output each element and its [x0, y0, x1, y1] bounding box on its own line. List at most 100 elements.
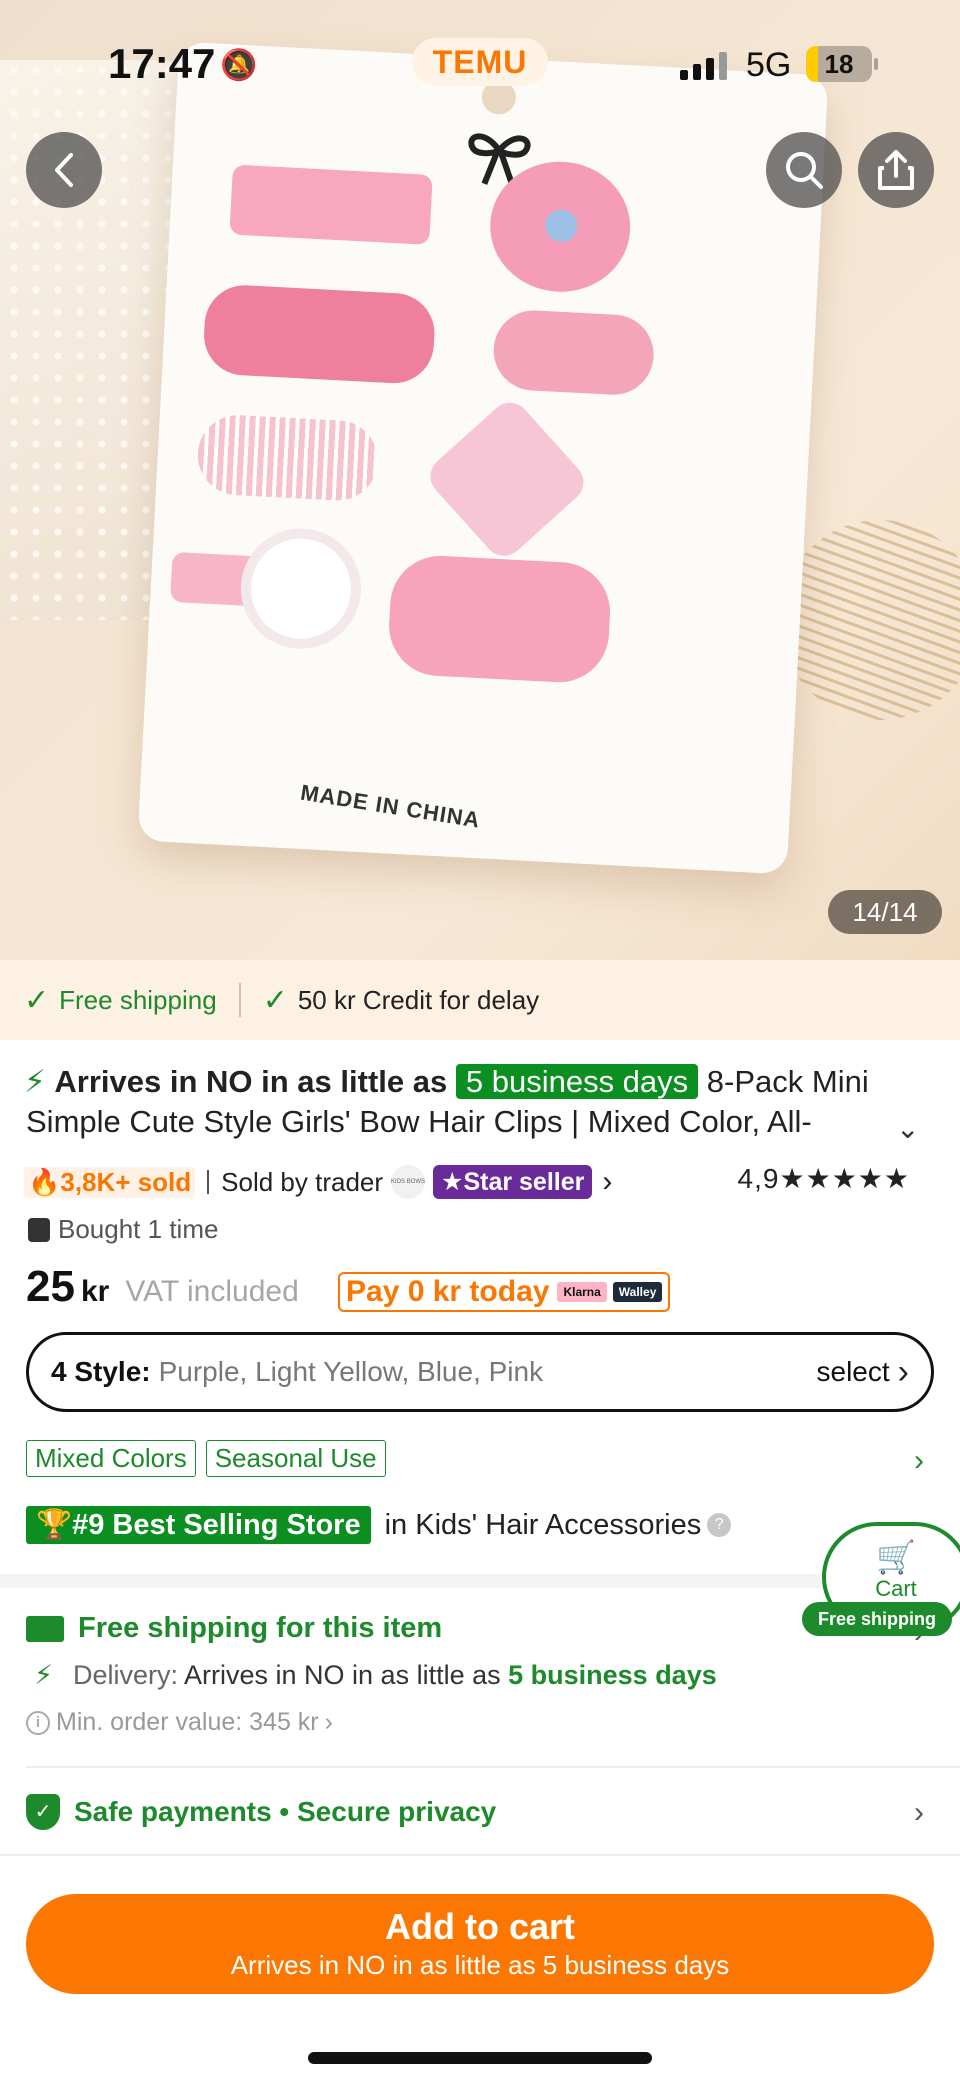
- wheat-decoration: [780, 520, 960, 720]
- pay-today-text: Pay 0 kr today: [346, 1275, 550, 1308]
- divider: [0, 1854, 960, 1856]
- chevron-right-icon: ›: [897, 1352, 909, 1391]
- section-divider: [0, 1574, 960, 1588]
- select-label: select: [816, 1356, 890, 1387]
- chevron-right-icon: ›: [602, 1165, 613, 1198]
- title-line2: Simple Cute Style Girls' Bow Hair Clips …: [26, 1104, 812, 1139]
- network-type: 5G: [746, 46, 792, 84]
- search-icon: [786, 152, 823, 189]
- check-icon: ✓: [24, 983, 50, 1017]
- signal-icon: [680, 50, 727, 80]
- best-selling-row[interactable]: 🏆#9 Best Selling Store in Kids' Hair Acc…: [26, 1506, 732, 1544]
- price-currency: kr: [80, 1275, 110, 1308]
- cart-icon: 🛒: [876, 1539, 916, 1575]
- share-icon: [878, 150, 914, 190]
- sold-by: Sold by trader: [221, 1166, 384, 1197]
- delivery-info: ⚡ Delivery: Arrives in NO in as little a…: [34, 1660, 717, 1691]
- add-to-cart-subtext: Arrives in NO in as little as 5 business…: [230, 1950, 730, 1980]
- chevron-right-icon[interactable]: ›: [914, 1796, 924, 1830]
- lightning-icon: ⚡: [24, 1064, 46, 1099]
- safe-payments-row[interactable]: ✓ Safe payments • Secure privacy: [26, 1794, 496, 1830]
- sold-count: 🔥3,8K+ sold: [24, 1166, 196, 1198]
- tag-seasonal-use[interactable]: Seasonal Use: [205, 1440, 386, 1477]
- star-rating-icon: ★★★★★: [779, 1163, 910, 1194]
- bought-info: Bought 1 time: [28, 1214, 218, 1245]
- klarna-logo: Klarna: [557, 1282, 607, 1302]
- style-options: Purple, Light Yellow, Blue, Pink: [158, 1356, 544, 1387]
- back-arrow-icon: [55, 153, 73, 187]
- min-order[interactable]: i Min. order value: 345 kr ›: [26, 1708, 333, 1737]
- free-shipping-perk: Free shipping: [59, 984, 217, 1015]
- shipping-title-text: Free shipping for this item: [78, 1612, 443, 1644]
- help-icon[interactable]: ?: [707, 1513, 732, 1537]
- price-amount: 25: [26, 1262, 75, 1311]
- delivery-days: 5 business days: [508, 1660, 717, 1690]
- bow-clip: [229, 164, 433, 245]
- style-selector[interactable]: 4 Style: Purple, Light Yellow, Blue, Pin…: [26, 1332, 934, 1412]
- pay-later-box[interactable]: Pay 0 kr today Klarna Walley: [338, 1272, 671, 1312]
- seller-meta-row[interactable]: 🔥3,8K+ sold Sold by trader KIDS BOWS ★St…: [24, 1162, 936, 1202]
- back-button[interactable]: [26, 132, 102, 208]
- gingham-clip: [195, 413, 380, 503]
- rating-value: 4,9: [737, 1163, 780, 1194]
- info-icon: i: [26, 1710, 50, 1735]
- shipping-title[interactable]: Free shipping for this item: [26, 1612, 442, 1645]
- sold-text: 3,8K+ sold: [60, 1166, 192, 1197]
- shield-check-icon: ✓: [26, 1794, 60, 1830]
- made-in-label: MADE IN CHINA: [298, 779, 483, 833]
- walley-logo: Walley: [612, 1282, 663, 1302]
- delivery-text: Arrives in NO in as little as: [184, 1660, 501, 1690]
- star-seller-label: Star seller: [463, 1168, 585, 1196]
- store-logo: KIDS BOWS: [391, 1165, 425, 1199]
- tag-mixed-colors[interactable]: Mixed Colors: [26, 1440, 196, 1477]
- attribute-tags[interactable]: Mixed Colors Seasonal Use: [26, 1440, 386, 1477]
- oval-snap-clip: [491, 308, 656, 397]
- battery-tip: [874, 58, 878, 70]
- search-button[interactable]: [766, 132, 842, 208]
- product-card: MADE IN CHINA: [137, 41, 829, 875]
- category-text: in Kids' Hair Accessories: [384, 1508, 702, 1541]
- min-order-text: Min. order value: 345 kr: [56, 1708, 319, 1736]
- image-counter: 14/14: [828, 890, 942, 934]
- clock: 17:47: [108, 40, 216, 87]
- arrives-text: Arrives in NO in as little as: [54, 1064, 448, 1099]
- battery-percent: 18: [824, 49, 854, 79]
- add-to-cart-button[interactable]: Add to cart Arrives in NO in as little a…: [26, 1894, 934, 1994]
- star-seller-badge: ★Star seller: [433, 1165, 593, 1199]
- perks-bar[interactable]: ✓ Free shipping ✓ 50 kr Credit for delay: [0, 960, 960, 1040]
- safe-payments-text: Safe payments • Secure privacy: [74, 1796, 497, 1827]
- floating-cart-button[interactable]: 🛒 Cart Free shipping: [802, 1522, 960, 1638]
- delivery-label: Delivery:: [72, 1660, 178, 1690]
- days-badge: 5 business days: [455, 1064, 699, 1099]
- cart-label: Cart: [875, 1576, 917, 1601]
- best-selling-badge: 🏆#9 Best Selling Store: [26, 1506, 371, 1544]
- credit-delay-perk: 50 kr Credit for delay: [297, 984, 540, 1015]
- home-indicator: [308, 2052, 652, 2064]
- bell-muted-icon: 🔕: [220, 49, 258, 82]
- share-button[interactable]: [858, 132, 934, 208]
- meta-divider: [207, 1170, 210, 1194]
- battery-icon: 18: [806, 46, 872, 82]
- title-part1: 8-Pack Mini: [706, 1064, 869, 1099]
- shopping-bag-icon: [28, 1217, 50, 1242]
- price-row: 25 kr VAT included: [26, 1262, 299, 1318]
- perk-divider: [238, 983, 241, 1017]
- chevron-down-icon[interactable]: ⌄: [896, 1112, 919, 1145]
- product-title[interactable]: ⚡ Arrives in NO in as little as 5 busine…: [24, 1058, 936, 1105]
- bought-text: Bought 1 time: [58, 1214, 219, 1244]
- free-shipping-pill: Free shipping: [802, 1602, 952, 1636]
- check-icon: ✓: [262, 983, 288, 1017]
- star-clip: [422, 394, 592, 565]
- best-selling-text: #9 Best Selling Store: [72, 1509, 361, 1541]
- style-label: 4 Style:: [51, 1356, 151, 1387]
- chevron-right-icon[interactable]: ›: [914, 1444, 924, 1478]
- temu-logo: TEMU: [412, 38, 548, 86]
- divider: [26, 1766, 960, 1768]
- truck-icon: [26, 1615, 64, 1642]
- daisy-clip: [237, 525, 364, 652]
- big-bow-clip: [386, 553, 613, 685]
- add-to-cart-label: Add to cart: [384, 1906, 575, 1947]
- lightning-icon: ⚡: [34, 1660, 53, 1690]
- status-bar: 17:47 🔕 TEMU 5G 18: [0, 0, 960, 120]
- rating[interactable]: 4,9★★★★★: [738, 1162, 910, 1195]
